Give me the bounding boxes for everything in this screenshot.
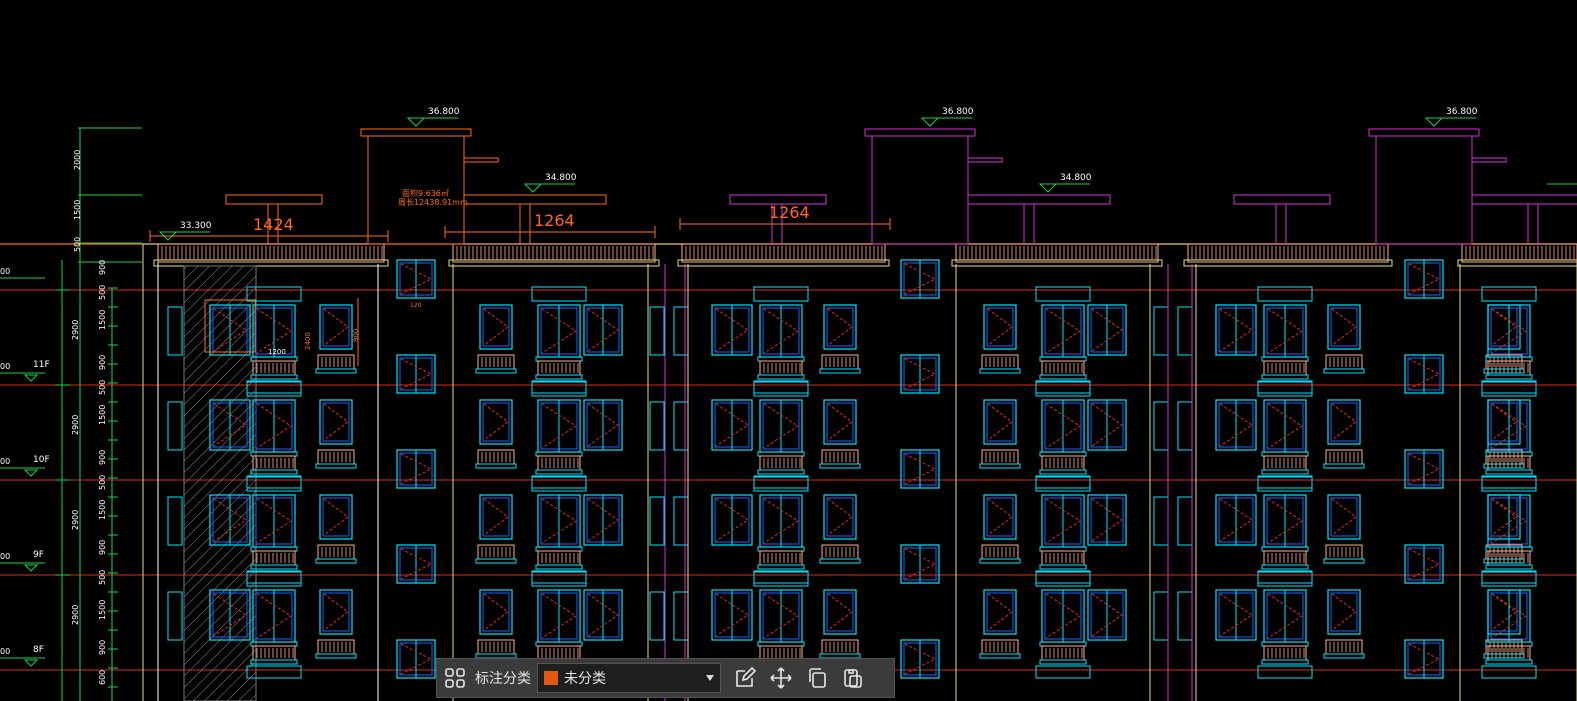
paste-button[interactable] — [835, 659, 871, 697]
level-value: 00 — [0, 362, 10, 371]
category-select[interactable]: 未分类 — [537, 663, 721, 693]
dimension-value: 1264 — [769, 203, 810, 222]
floor-label: 11F — [33, 360, 50, 370]
category-color-swatch — [544, 671, 558, 685]
move-button[interactable] — [763, 659, 799, 697]
area-note: 面积9.636㎡ — [402, 188, 449, 198]
dimension-value: 1424 — [253, 215, 294, 234]
side-dim-label: 900 — [98, 450, 107, 465]
elevation-label: 34.800 — [545, 173, 577, 183]
floor-dim-label: 2900 — [71, 320, 80, 340]
floor-dim-label: 2900 — [71, 605, 80, 625]
side-dim-label: 500 — [98, 570, 107, 585]
level-value: 00 — [0, 647, 10, 656]
cad-drawing-canvas[interactable]: 2000 1500 500 900 500 1500 900 500 1500 900 500 150… — [0, 0, 1577, 701]
dimension-value: 1264 — [534, 211, 575, 230]
copy-button[interactable] — [799, 659, 835, 697]
side-dim-label: 900 — [98, 540, 107, 555]
chevron-down-icon — [706, 675, 714, 681]
floor-label: 10F — [33, 455, 50, 465]
elevation-label: 36.800 — [942, 107, 974, 117]
elevation-label: 33.300 — [180, 221, 212, 231]
elevation-label: 34.800 — [1060, 173, 1092, 183]
window-dim: 2400 — [304, 332, 312, 350]
side-dim-label: 900 — [98, 260, 107, 275]
side-dim-label: 900 — [98, 355, 107, 370]
side-dim-label: 900 — [98, 640, 107, 655]
side-dim-label: 500 — [73, 237, 82, 252]
perimeter-note: 周长12438.91mm — [398, 197, 468, 207]
side-dim-label: 500 — [98, 380, 107, 395]
window-dim: 900 — [352, 329, 360, 342]
floor-dim-label: 2900 — [71, 510, 80, 530]
side-dim-label: 1500 — [98, 600, 107, 620]
floor-dim-label: 2900 — [71, 415, 80, 435]
side-dim-label: 1500 — [98, 405, 107, 425]
side-dim-label: 600 — [98, 670, 107, 685]
level-value: 00 — [0, 267, 10, 276]
elevation-label: 36.800 — [428, 107, 460, 117]
level-value: 00 — [0, 457, 10, 466]
side-dim-label: 2000 — [73, 150, 82, 170]
floor-label: 8F — [33, 645, 44, 655]
paste-icon — [844, 669, 862, 688]
copy-icon — [809, 668, 826, 688]
move-icon — [770, 667, 792, 689]
side-dim-label: 500 — [98, 475, 107, 490]
elevation-label: 36.800 — [1446, 107, 1478, 117]
side-dim-label: 500 — [98, 285, 107, 300]
window-dim: 1200 — [268, 348, 286, 356]
edit-button[interactable] — [727, 659, 763, 697]
level-value: 00 — [0, 552, 10, 561]
category-label: 标注分类 — [475, 671, 531, 687]
annotation-toolbar: 标注分类 未分类 — [436, 658, 895, 698]
edit-icon — [736, 666, 757, 687]
category-value: 未分类 — [564, 671, 606, 687]
grid-button[interactable] — [437, 659, 473, 697]
side-dim-label: 1500 — [98, 500, 107, 520]
window-dim: 120 — [410, 302, 422, 309]
side-dim-label: 1500 — [73, 200, 82, 220]
floor-label: 9F — [33, 550, 44, 560]
side-dim-label: 1500 — [98, 310, 107, 330]
grid-icon — [445, 668, 465, 688]
